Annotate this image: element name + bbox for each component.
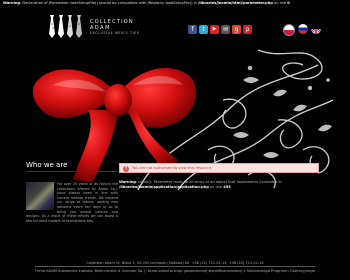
- who-we-are-text: For over 20 years of its history the col…: [26, 182, 118, 223]
- brand-name[interactable]: COLLECTION ADAM EXCLUSIVE MEN'S TIES: [90, 19, 140, 36]
- ties-photo: [26, 182, 54, 210]
- warning-text: : Declaration of JParameter::loadSetupFi…: [19, 1, 199, 5]
- error-alert: ! You are not authorised to view this re…: [119, 163, 319, 173]
- warning-path: /libraries/joomla/application/applicatio…: [119, 184, 209, 189]
- php-warning-message: Warning: count(): Parameter must be an a…: [119, 180, 324, 189]
- warning-line: 0: [287, 1, 290, 5]
- youtube-icon[interactable]: ▶: [210, 25, 219, 34]
- who-we-are-section: Who we are For over 20 years of its hist…: [26, 161, 118, 223]
- section-title: Who we are: [26, 161, 68, 169]
- footer-divider: [35, 266, 315, 267]
- warning-path: /libraries/joomla/html/parameter.php: [198, 1, 273, 5]
- warning-suffix: on line: [208, 184, 224, 189]
- warning-label: Warning: [119, 180, 136, 184]
- language-switcher: [283, 24, 321, 36]
- warning-line: 455: [223, 184, 231, 189]
- pinterest-icon[interactable]: p: [243, 25, 252, 34]
- brand-tagline: EXCLUSIVE MEN'S TIES: [90, 31, 140, 35]
- twitter-icon[interactable]: t: [199, 25, 208, 34]
- social-links: f t ▶ ✉ g p: [188, 25, 252, 34]
- facebook-icon[interactable]: f: [188, 25, 197, 34]
- flag-russia-icon[interactable]: [298, 24, 308, 34]
- footer-funding-note: Firma ADAM Krawieckie Łabiska, Bielinner…: [35, 269, 315, 273]
- warning-text: : count(): Parameter must be an array or…: [135, 180, 282, 184]
- flag-uk-icon[interactable]: [311, 24, 321, 34]
- flag-poland-icon[interactable]: [283, 24, 295, 36]
- mail-icon[interactable]: ✉: [221, 25, 230, 34]
- site-header: COLLECTION ADAM EXCLUSIVE MEN'S TIES f t…: [0, 8, 350, 42]
- warning-suffix: on line: [272, 1, 288, 5]
- ties-logo-icon[interactable]: [44, 12, 88, 40]
- footer-address: Collection Adam Ul. Niska 5, 05-092 Łomi…: [86, 261, 264, 265]
- error-icon: !: [123, 165, 129, 172]
- google-plus-icon[interactable]: g: [232, 25, 241, 34]
- alert-text: You are not authorised to view this reso…: [132, 166, 213, 170]
- warning-label: Warning: [3, 1, 20, 5]
- divider: [26, 171, 118, 172]
